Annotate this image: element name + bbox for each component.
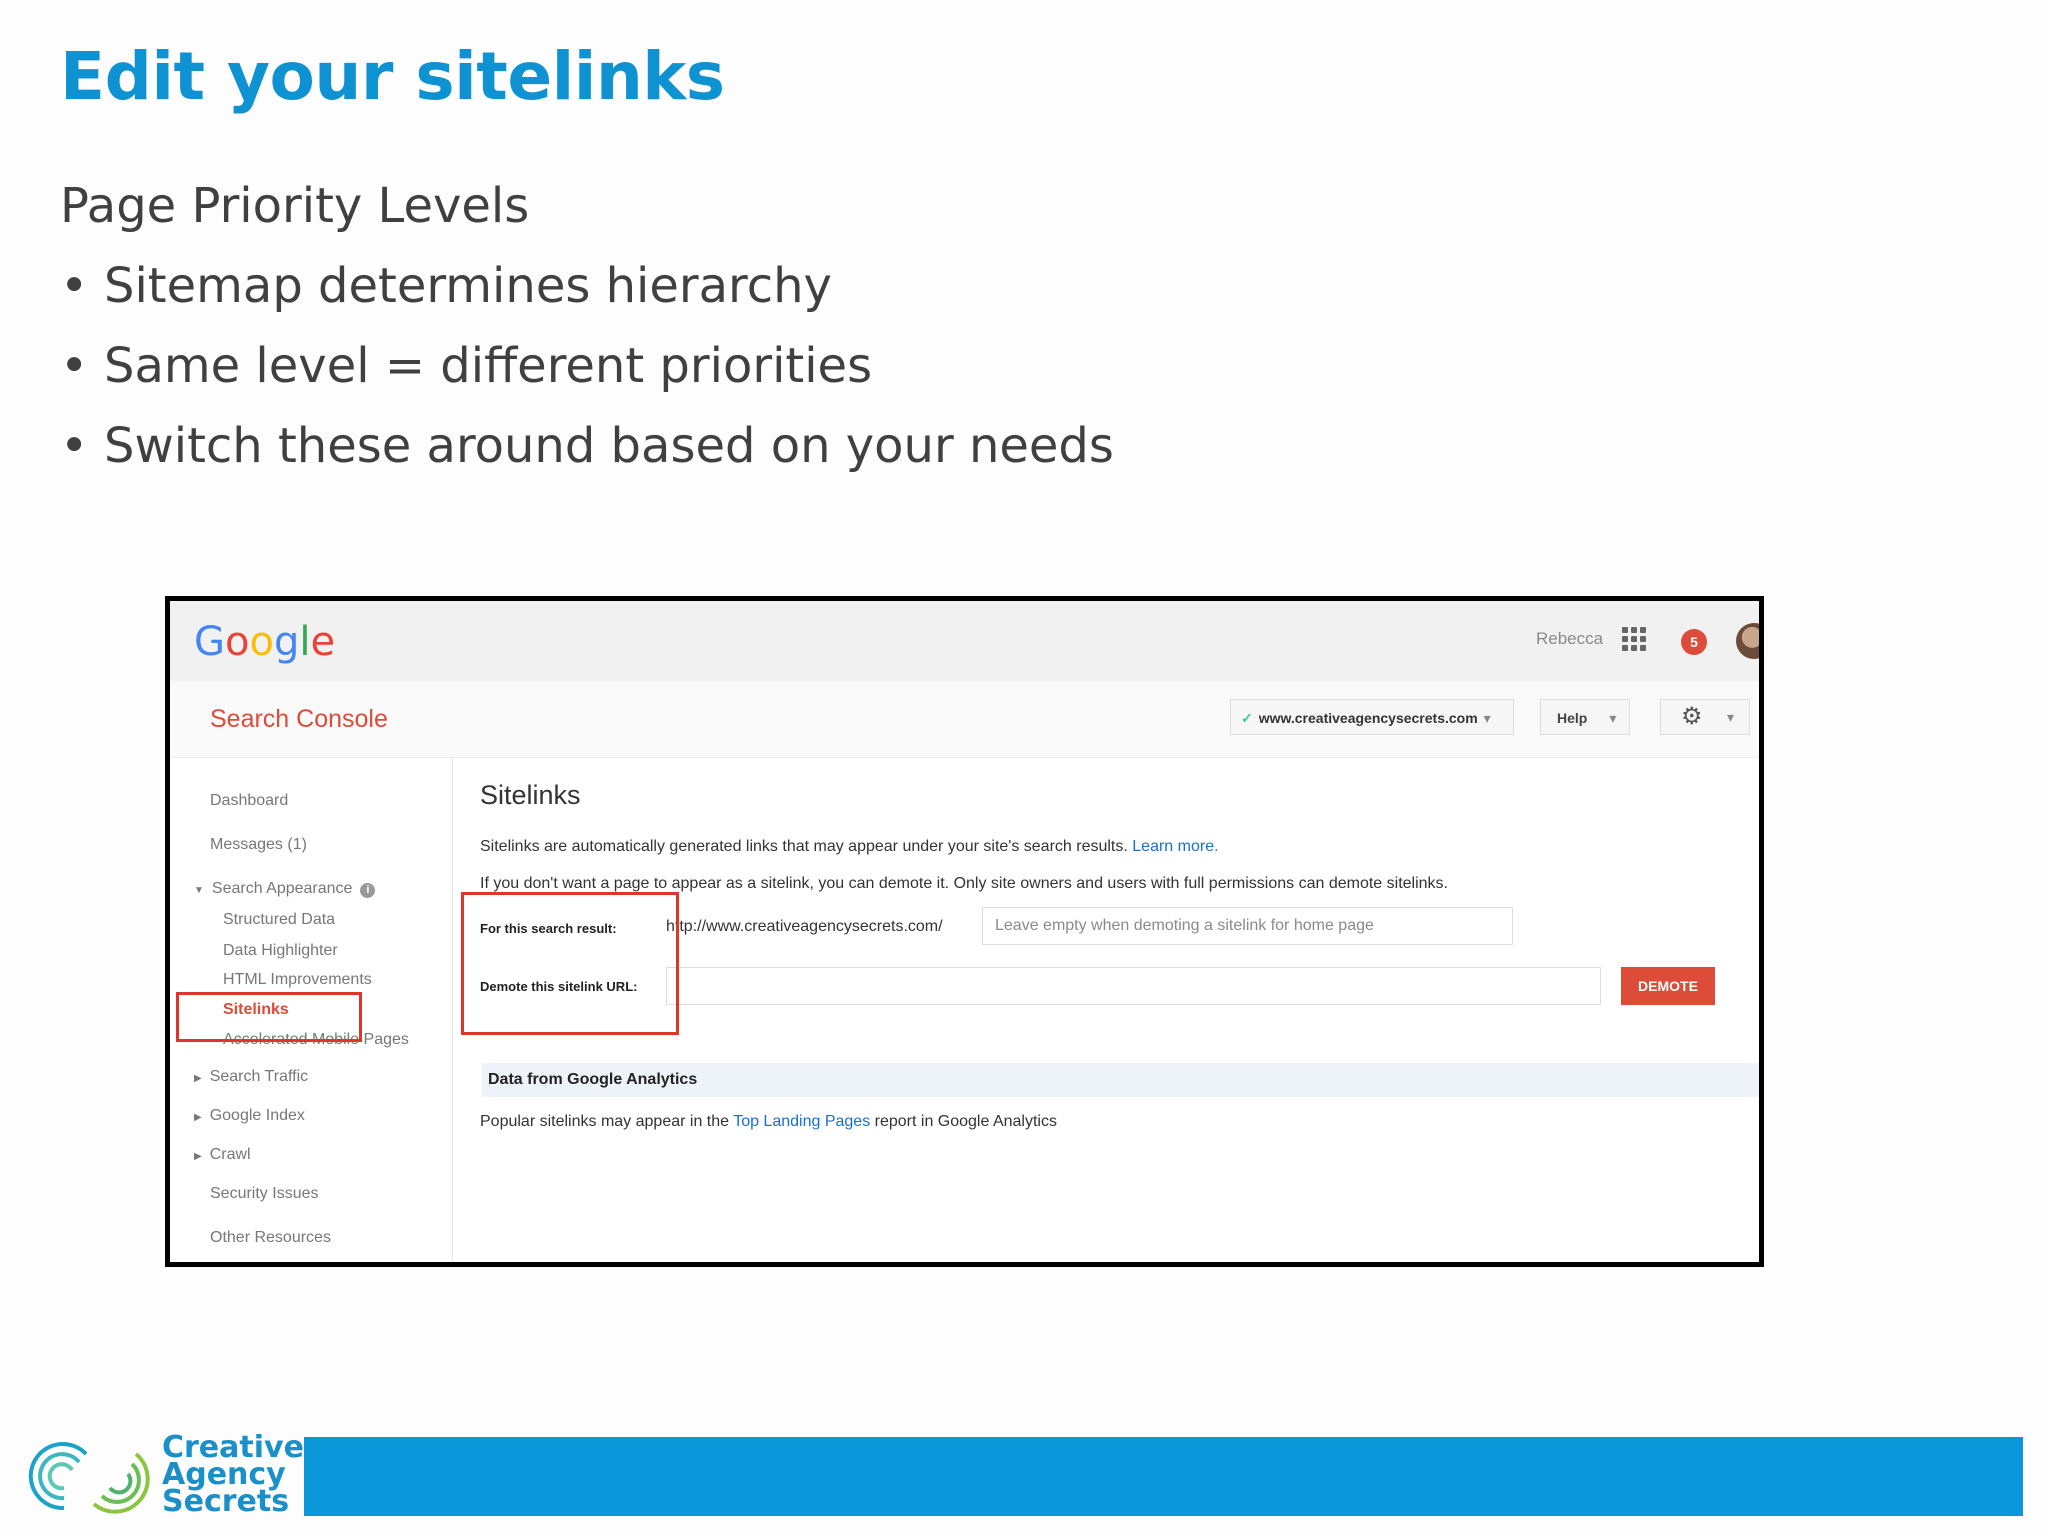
sidebar-item-data-highlighter[interactable]: Data Highlighter [223, 942, 338, 960]
triangle-right-icon: ▶ [194, 1073, 202, 1084]
bullet-icon: • [60, 338, 89, 394]
demote-url-input[interactable] [666, 967, 1601, 1005]
triangle-right-icon: ▶ [194, 1112, 202, 1123]
bullet-item: • Sitemap determines hierarchy [60, 258, 1114, 338]
google-analytics-heading-bar: Data from Google Analytics [482, 1063, 1759, 1097]
help-button[interactable]: Help ▾ [1540, 699, 1630, 735]
notification-badge[interactable]: 5 [1681, 629, 1707, 655]
url-prefix: http://www.creativeagencysecrets.com/ [666, 918, 943, 935]
ga-description: Popular sitelinks may appear in the Top … [480, 1113, 1057, 1130]
sitelinks-highlight-box [176, 992, 362, 1042]
sidebar-item-search-appearance[interactable]: ▼ Search Appearance i [194, 880, 376, 898]
slide-title: Edit your sitelinks [60, 38, 725, 115]
slide-subtitle: Page Priority Levels [60, 178, 530, 234]
sidebar: Dashboard Messages (1) ▼ Search Appearanc… [170, 758, 453, 1262]
avatar[interactable] [1736, 623, 1759, 659]
site-selector[interactable]: ✓ www.creativeagencysecrets.com ▾ [1230, 699, 1514, 735]
search-console-screenshot: Google Rebecca 5 Search Console ✓ www.cre… [165, 596, 1764, 1267]
google-header: Google Rebecca 5 [170, 601, 1759, 681]
sidebar-item-html-improvements[interactable]: HTML Improvements [223, 971, 372, 989]
chevron-down-icon: ▾ [1483, 710, 1491, 726]
sidebar-item-messages[interactable]: Messages (1) [210, 836, 307, 854]
page-title: Sitelinks [480, 780, 581, 810]
form-highlight-box [461, 892, 679, 1035]
sitelinks-description: Sitelinks are automatically generated li… [480, 838, 1219, 855]
learn-more-link[interactable]: Learn more. [1132, 838, 1218, 855]
sidebar-item-crawl[interactable]: ▶ Crawl [194, 1146, 251, 1164]
bullet-text: Switch these around based on your needs [104, 418, 1114, 474]
bullet-item: • Same level = different priorities [60, 338, 1114, 418]
bullet-text: Sitemap determines hierarchy [104, 258, 832, 314]
sidebar-item-structured-data[interactable]: Structured Data [223, 911, 335, 929]
search-console-title[interactable]: Search Console [210, 705, 388, 734]
sidebar-item-search-traffic[interactable]: ▶ Search Traffic [194, 1068, 308, 1086]
sidebar-item-google-index[interactable]: ▶ Google Index [194, 1107, 305, 1125]
sidebar-item-security-issues[interactable]: Security Issues [210, 1185, 318, 1203]
google-logo[interactable]: Google [194, 619, 335, 665]
demote-button[interactable]: DEMOTE [1621, 967, 1715, 1005]
bullet-text: Same level = different priorities [104, 338, 873, 394]
settings-button[interactable]: ⚙ ▾ [1660, 699, 1750, 735]
demote-description: If you don't want a page to appear as a … [480, 875, 1448, 892]
bullet-icon: • [60, 418, 89, 474]
footer-bar [304, 1437, 2023, 1516]
bullet-item: • Switch these around based on your needs [60, 418, 1114, 498]
gear-icon: ⚙ [1681, 703, 1703, 730]
info-icon[interactable]: i [360, 883, 376, 898]
sitelinks-panel: Sitelinks Sitelinks are automatically ge… [461, 758, 1759, 1262]
search-result-input[interactable]: Leave empty when demoting a sitelink for… [982, 907, 1513, 945]
verified-icon: ✓ [1241, 710, 1253, 726]
chevron-down-icon: ▾ [1609, 710, 1617, 726]
chevron-down-icon: ▾ [1727, 709, 1735, 725]
console-toolbar: Search Console ✓ www.creativeagencysecret… [170, 681, 1759, 758]
top-landing-pages-link[interactable]: Top Landing Pages [733, 1113, 870, 1130]
triangle-right-icon: ▶ [194, 1151, 202, 1162]
sidebar-item-other-resources[interactable]: Other Resources [210, 1229, 331, 1247]
creative-agency-secrets-logo-icon [28, 1442, 150, 1514]
ga-heading: Data from Google Analytics [488, 1071, 698, 1088]
triangle-down-icon: ▼ [194, 885, 204, 896]
apps-grid-icon[interactable] [1622, 627, 1646, 651]
bullet-icon: • [60, 258, 89, 314]
user-name[interactable]: Rebecca [1536, 629, 1603, 649]
bullet-list: • Sitemap determines hierarchy • Same leve… [60, 258, 1114, 498]
brand-wordmark: Creative Agency Secrets [162, 1430, 304, 1519]
sidebar-item-dashboard[interactable]: Dashboard [210, 792, 288, 810]
